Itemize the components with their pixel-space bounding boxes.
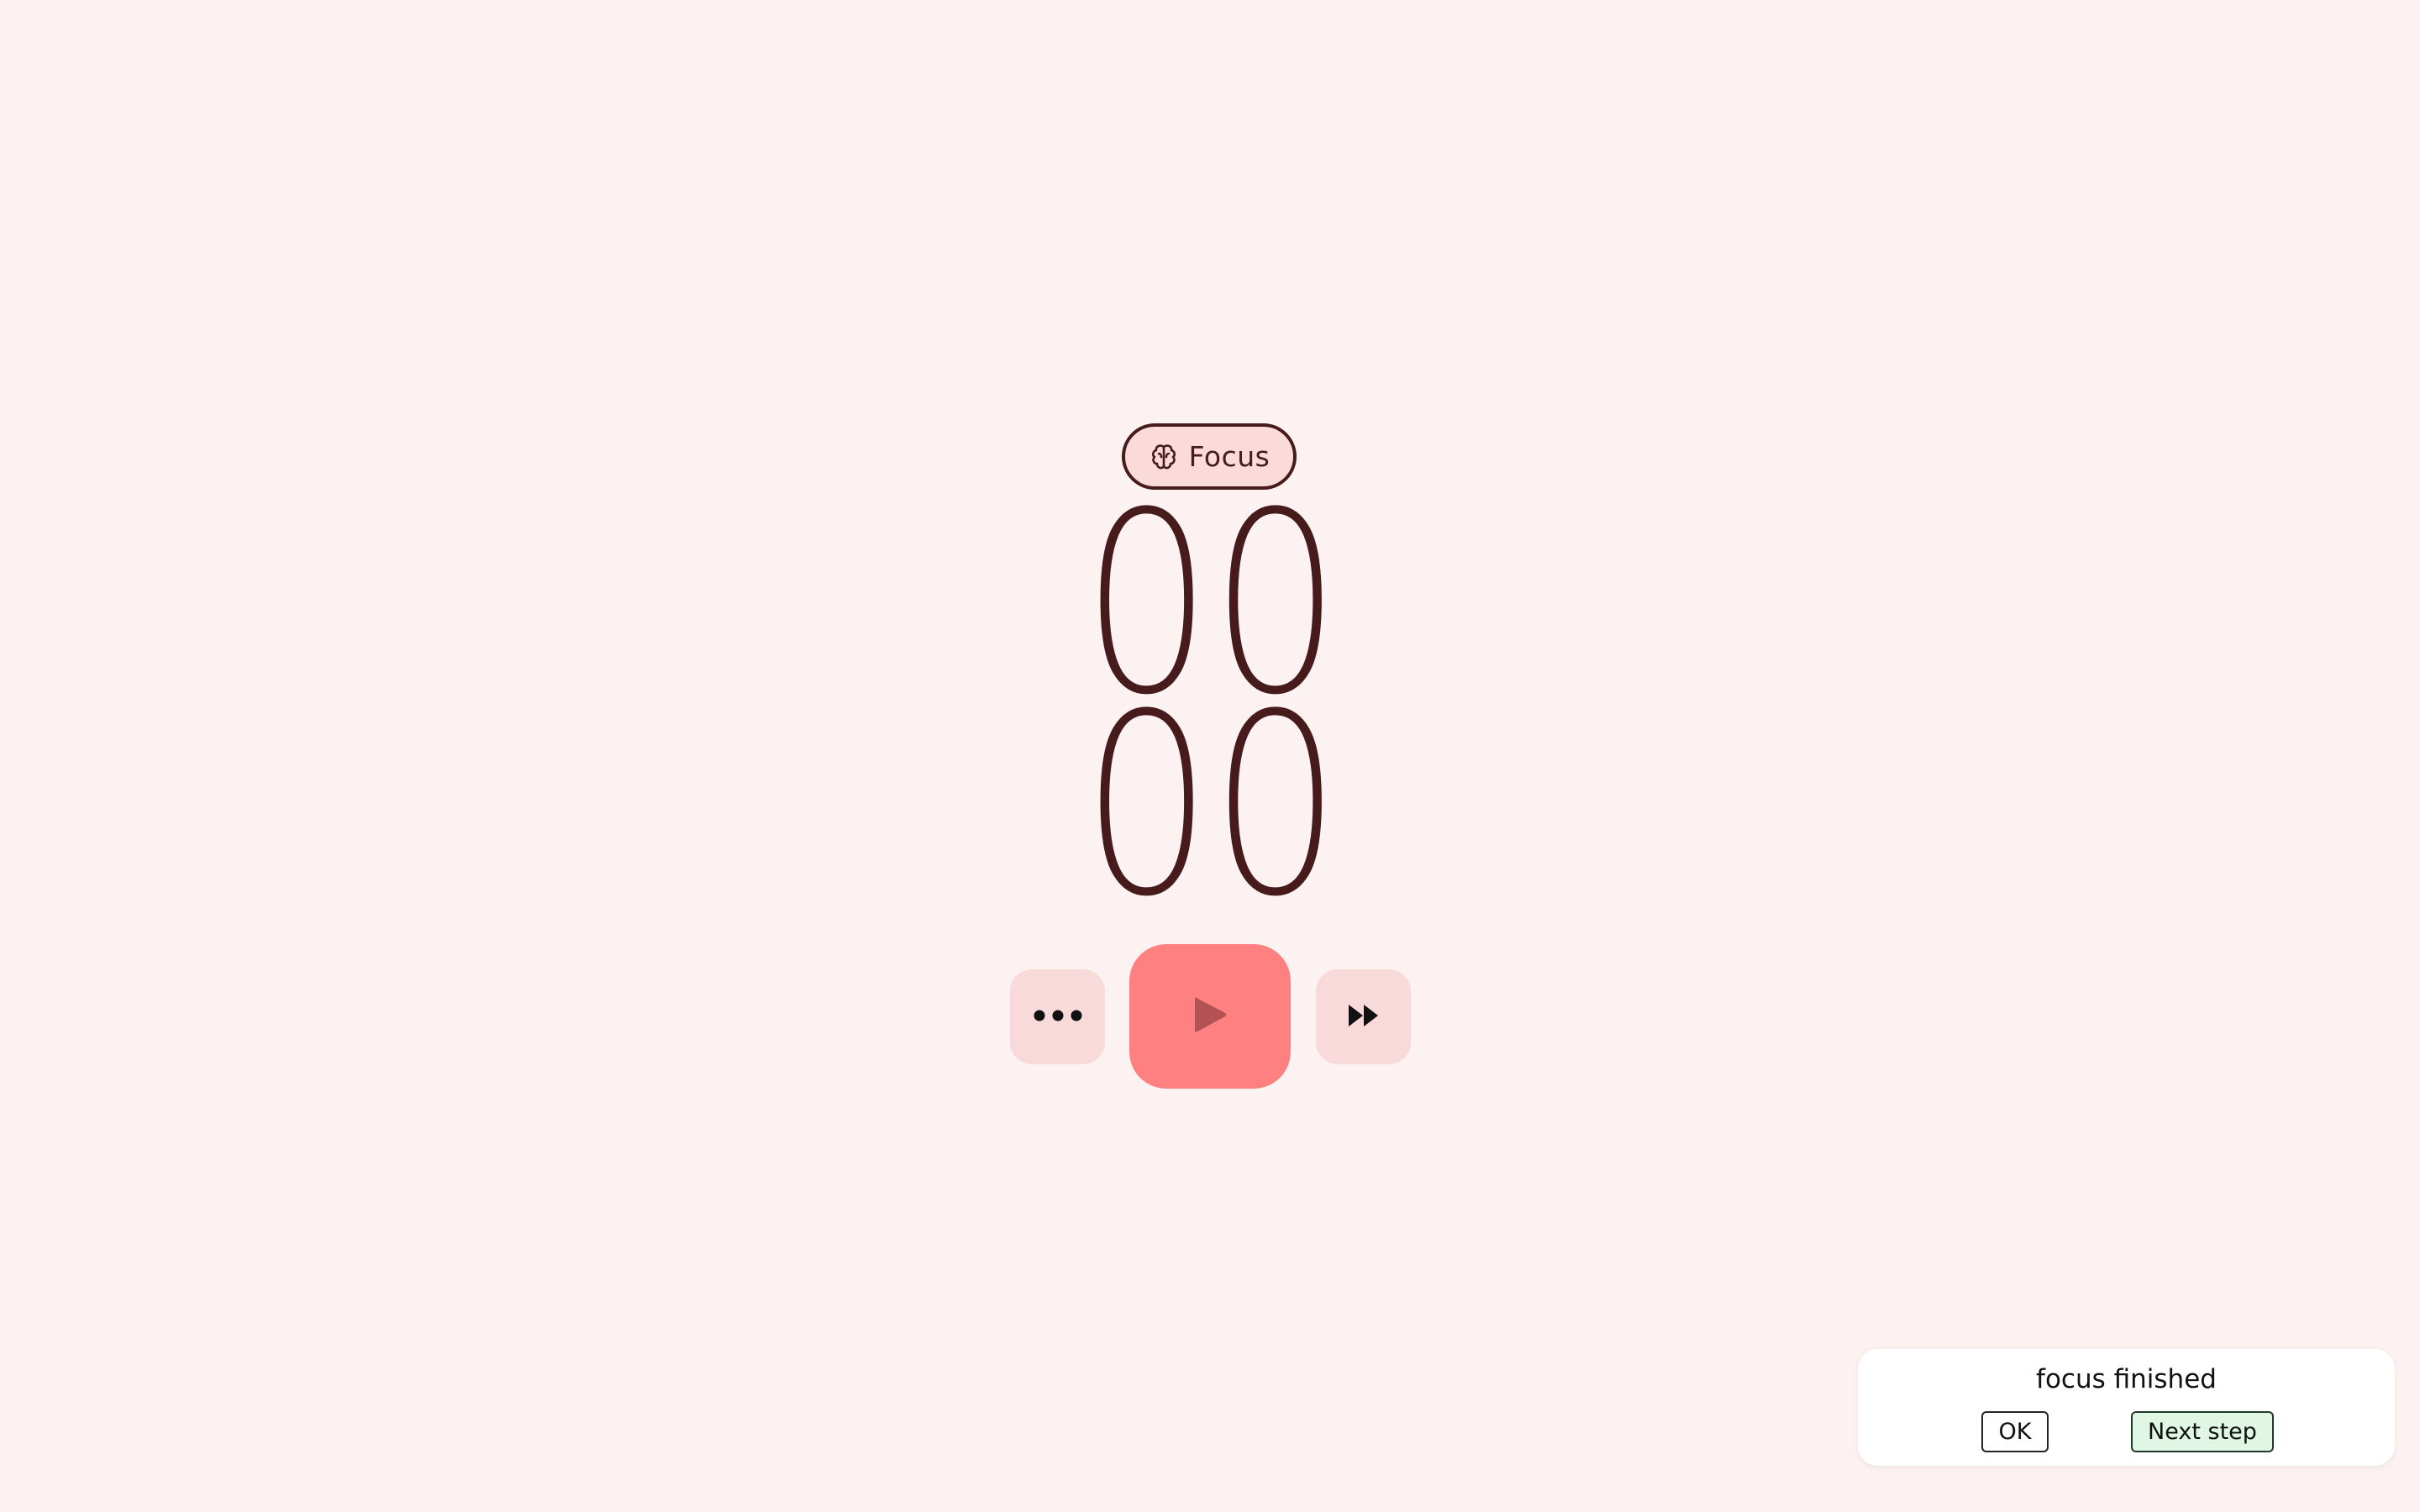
more-dots-icon bbox=[1033, 1009, 1083, 1026]
timer-display: 00 00 bbox=[1042, 478, 1378, 953]
fast-forward-icon bbox=[1347, 1003, 1381, 1032]
skip-button[interactable] bbox=[1316, 969, 1411, 1064]
play-icon bbox=[1192, 995, 1228, 1038]
timer-seconds: 00 bbox=[1081, 659, 1342, 953]
timer-controls bbox=[1008, 944, 1412, 1089]
play-button[interactable] bbox=[1129, 944, 1291, 1089]
notification-message: focus finished bbox=[2036, 1364, 2217, 1394]
ok-button[interactable]: OK bbox=[1981, 1411, 2049, 1452]
more-options-button[interactable] bbox=[1010, 969, 1105, 1064]
notification-toast: focus finished OK Next step bbox=[1858, 1349, 2395, 1466]
next-step-button[interactable]: Next step bbox=[2131, 1411, 2274, 1452]
